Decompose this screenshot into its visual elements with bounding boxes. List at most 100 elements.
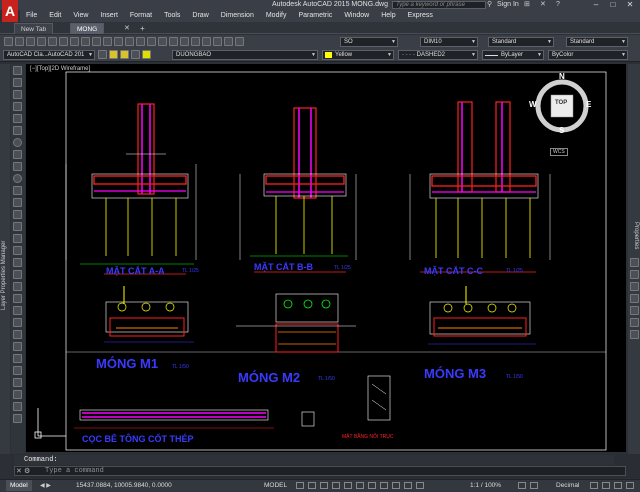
tool-c-icon[interactable]: [630, 282, 639, 291]
grid-toggle-icon[interactable]: [296, 482, 304, 489]
print-icon[interactable]: [37, 37, 46, 46]
construction-line-icon[interactable]: [13, 78, 22, 87]
lineweight-select[interactable]: ByLayer ▼: [482, 50, 544, 60]
snap-toggle-icon[interactable]: [308, 482, 316, 489]
model-tab[interactable]: Model: [6, 480, 32, 491]
viewcube-west[interactable]: W: [529, 100, 537, 109]
osnap-toggle-icon[interactable]: [344, 482, 352, 489]
sun-icon[interactable]: [120, 50, 129, 59]
table-style-select[interactable]: Standard ▼: [488, 37, 554, 47]
line-tool-icon[interactable]: [13, 66, 22, 75]
mirror-icon[interactable]: [13, 318, 22, 327]
annotation-visibility-icon[interactable]: [404, 482, 412, 489]
help-icon[interactable]: ?: [556, 1, 564, 9]
otrack-toggle-icon[interactable]: [356, 482, 364, 489]
plotstyle-select[interactable]: ByColor ▼: [548, 50, 628, 60]
annotation-monitor-icon[interactable]: [530, 482, 538, 489]
array-icon[interactable]: [13, 342, 22, 351]
pan-icon[interactable]: [136, 37, 145, 46]
scale-icon[interactable]: [13, 378, 22, 387]
ellipse-icon[interactable]: [13, 174, 22, 183]
menu-draw[interactable]: Draw: [186, 10, 214, 22]
tab-mong[interactable]: MONG: [70, 23, 105, 34]
menu-view[interactable]: View: [67, 10, 94, 22]
workspace-select[interactable]: AutoCAD Cla...AutoCAD 201 ▼: [3, 50, 95, 60]
clean-screen-icon[interactable]: [614, 482, 622, 489]
rotate-icon[interactable]: [13, 366, 22, 375]
command-input[interactable]: Type a command: [14, 466, 626, 476]
point-icon[interactable]: [13, 222, 22, 231]
copy-icon[interactable]: [81, 37, 90, 46]
transparency-toggle-icon[interactable]: [380, 482, 388, 489]
properties-icon[interactable]: [169, 37, 178, 46]
maximize-button[interactable]: □: [605, 0, 621, 10]
menu-format[interactable]: Format: [124, 10, 158, 22]
tool-d-icon[interactable]: [630, 294, 639, 303]
make-block-icon[interactable]: [13, 210, 22, 219]
tool-a-icon[interactable]: [630, 258, 639, 267]
linetype-select[interactable]: - - - - DASHED2 ▼: [398, 50, 478, 60]
mtext-icon[interactable]: [13, 282, 22, 291]
lightbulb-icon[interactable]: [109, 50, 118, 59]
cart-icon[interactable]: ⊞: [524, 1, 532, 9]
menu-edit[interactable]: Edit: [43, 10, 67, 22]
paste-icon[interactable]: [92, 37, 101, 46]
quickcalc-icon[interactable]: [224, 37, 233, 46]
quick-properties-icon[interactable]: [590, 482, 598, 489]
undo-icon[interactable]: [114, 37, 123, 46]
tab-close-icon[interactable]: ✕: [124, 24, 130, 32]
multileader-style-select[interactable]: Standard ▼: [566, 37, 628, 47]
customization-menu-icon[interactable]: [626, 482, 634, 489]
autocad-logo-icon[interactable]: A: [2, 0, 18, 22]
offset-icon[interactable]: [13, 330, 22, 339]
polygon-icon[interactable]: [13, 102, 22, 111]
move-icon[interactable]: [13, 354, 22, 363]
menu-tools[interactable]: Tools: [158, 10, 186, 22]
markup-icon[interactable]: [213, 37, 222, 46]
layer-select[interactable]: DUONGBAO ▼: [172, 50, 318, 60]
ucs-menu[interactable]: WCS: [550, 148, 568, 156]
match-properties-icon[interactable]: [103, 37, 112, 46]
menu-file[interactable]: File: [20, 10, 43, 22]
color-select[interactable]: Yellow ▼: [322, 50, 394, 60]
spline-icon[interactable]: [13, 162, 22, 171]
zoom-previous-icon[interactable]: [158, 37, 167, 46]
menu-insert[interactable]: Insert: [94, 10, 124, 22]
command-settings-icon[interactable]: ⚙: [24, 467, 30, 475]
viewcube-south[interactable]: S: [559, 126, 564, 135]
rectangle-icon[interactable]: [13, 114, 22, 123]
redo-icon[interactable]: [125, 37, 134, 46]
stretch-icon[interactable]: [13, 390, 22, 399]
new-tab-plus-icon[interactable]: +: [140, 24, 145, 33]
design-center-icon[interactable]: [180, 37, 189, 46]
sheet-set-icon[interactable]: [202, 37, 211, 46]
menu-dimension[interactable]: Dimension: [215, 10, 260, 22]
lineweight-toggle-icon[interactable]: [368, 482, 376, 489]
arc-icon[interactable]: [13, 126, 22, 135]
units-select[interactable]: Decimal: [556, 480, 579, 491]
copy-object-icon[interactable]: [13, 306, 22, 315]
new-file-icon[interactable]: [4, 37, 13, 46]
circle-icon[interactable]: [13, 138, 22, 147]
publish-icon[interactable]: [59, 37, 68, 46]
minimize-button[interactable]: –: [588, 0, 604, 10]
insert-block-icon[interactable]: [13, 198, 22, 207]
tool-b-icon[interactable]: [630, 270, 639, 279]
layer-manager-icon[interactable]: [98, 50, 107, 59]
search-icon[interactable]: ⚲: [487, 1, 494, 9]
menu-window[interactable]: Window: [338, 10, 375, 22]
extend-icon[interactable]: [13, 414, 22, 423]
text-style-select[interactable]: SO ▼: [340, 37, 398, 47]
help-tool-icon[interactable]: [235, 37, 244, 46]
revision-cloud-icon[interactable]: [13, 150, 22, 159]
polyline-icon[interactable]: [13, 90, 22, 99]
layout-nav-icons[interactable]: ◀ ▶: [40, 482, 51, 489]
selection-cycling-icon[interactable]: [392, 482, 400, 489]
viewcube-east[interactable]: E: [586, 100, 591, 109]
table-icon[interactable]: [13, 270, 22, 279]
menu-help[interactable]: Help: [375, 10, 401, 22]
open-file-icon[interactable]: [15, 37, 24, 46]
close-button[interactable]: ✕: [622, 0, 638, 10]
region-icon[interactable]: [13, 258, 22, 267]
exchange-icon[interactable]: ✕: [540, 1, 548, 9]
